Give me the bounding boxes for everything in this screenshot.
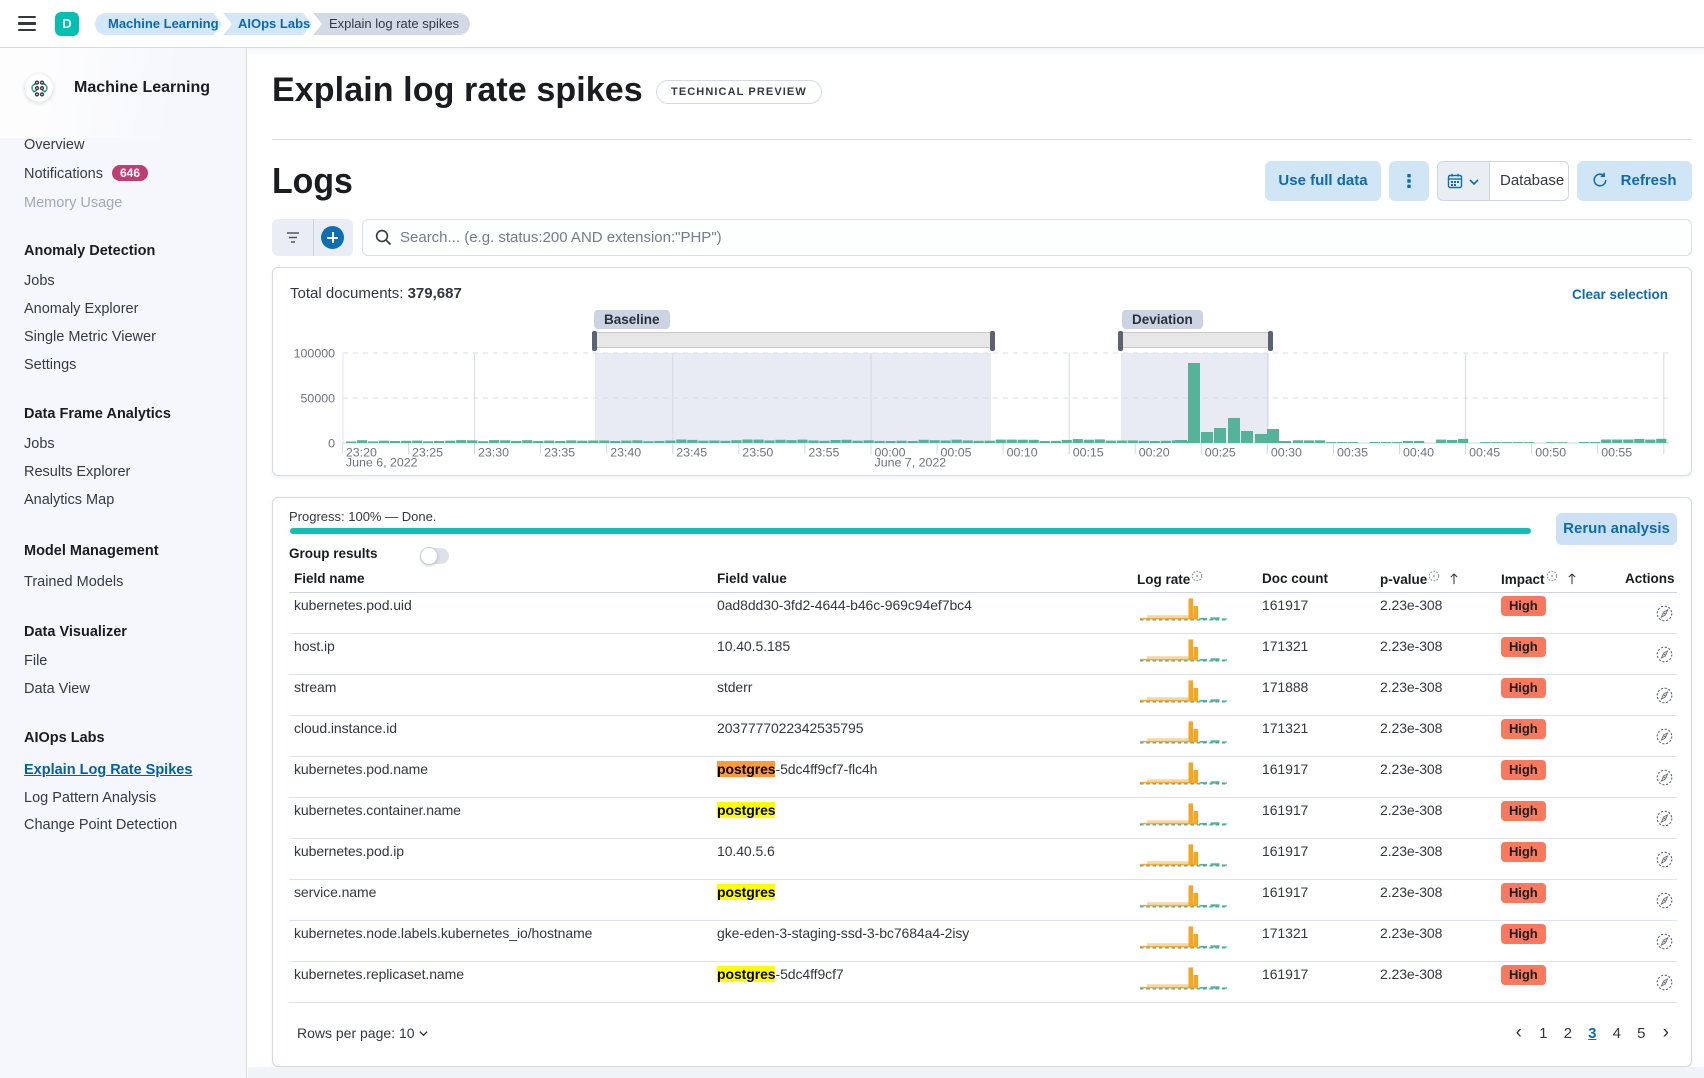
svg-text:June 7, 2022: June 7, 2022 xyxy=(875,456,947,470)
svg-text:100000: 100000 xyxy=(294,347,335,361)
svg-text:23:35: 23:35 xyxy=(544,445,575,459)
svg-text:23:50: 23:50 xyxy=(742,445,773,459)
svg-text:June 6, 2022: June 6, 2022 xyxy=(346,456,418,470)
svg-text:00:30: 00:30 xyxy=(1271,445,1302,459)
svg-text:50000: 50000 xyxy=(301,392,336,406)
svg-text:00:25: 00:25 xyxy=(1205,445,1236,459)
svg-text:00:20: 00:20 xyxy=(1139,445,1170,459)
svg-text:00:15: 00:15 xyxy=(1073,445,1104,459)
svg-text:00:55: 00:55 xyxy=(1601,445,1632,459)
svg-text:00:40: 00:40 xyxy=(1403,445,1434,459)
svg-text:0: 0 xyxy=(328,437,335,451)
svg-text:00:45: 00:45 xyxy=(1469,445,1500,459)
svg-text:23:40: 23:40 xyxy=(610,445,641,459)
svg-text:23:55: 23:55 xyxy=(808,445,839,459)
svg-text:00:10: 00:10 xyxy=(1007,445,1038,459)
svg-text:00:50: 00:50 xyxy=(1535,445,1566,459)
svg-text:23:45: 23:45 xyxy=(676,445,707,459)
svg-text:23:30: 23:30 xyxy=(478,445,509,459)
svg-text:00:35: 00:35 xyxy=(1337,445,1368,459)
